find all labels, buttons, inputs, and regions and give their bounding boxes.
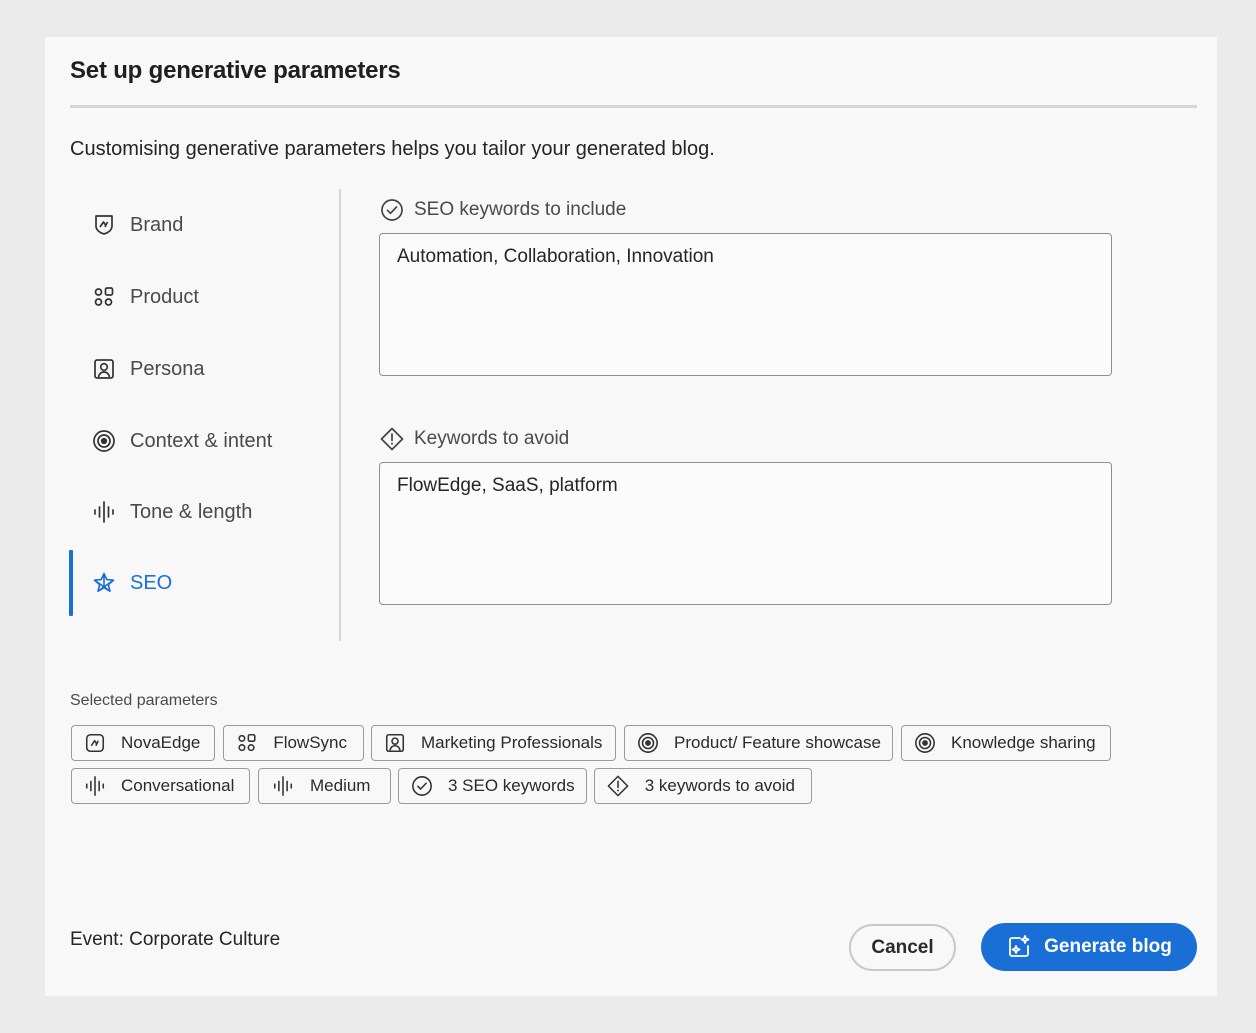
nav-item-persona[interactable]: Persona	[70, 336, 330, 402]
brand-shield-icon	[92, 213, 116, 237]
sound-wave-icon	[271, 774, 295, 798]
check-circle-icon	[380, 198, 404, 222]
persona-portrait-icon	[92, 357, 116, 381]
alert-diamond-icon	[607, 774, 630, 798]
seo-star-icon	[92, 571, 116, 595]
nav-label-product: Product	[130, 285, 199, 308]
chip-seo-keywords[interactable]: 3 SEO keywords	[398, 768, 587, 804]
sound-wave-icon	[92, 500, 116, 524]
chip-persona[interactable]: Marketing Professionals	[371, 725, 616, 761]
chip-label: FlowSync	[273, 733, 347, 752]
nav-label-seo: SEO	[130, 571, 173, 594]
seo-avoid-label: Keywords to avoid	[380, 427, 569, 451]
chip-label: Marketing Professionals	[421, 733, 603, 752]
target-icon	[92, 429, 116, 453]
chip-context[interactable]: Product/ Feature showcase	[624, 725, 893, 761]
chip-length[interactable]: Medium	[258, 768, 391, 804]
persona-portrait-icon	[384, 731, 406, 755]
sound-wave-icon	[84, 774, 106, 798]
target-icon	[637, 731, 659, 755]
generate-blog-label: Generate blog	[1044, 936, 1172, 957]
cancel-button[interactable]: Cancel	[849, 924, 956, 971]
alert-diamond-icon	[380, 427, 404, 451]
parameter-nav: Brand Product Persona Context & intent T…	[69, 187, 340, 642]
nav-label-context-intent: Context & intent	[130, 429, 273, 452]
nav-label-persona: Persona	[130, 357, 205, 380]
brand-shield-icon	[84, 731, 106, 755]
chip-brand[interactable]: NovaEdge	[71, 725, 215, 761]
chip-intent[interactable]: Knowledge sharing	[901, 725, 1111, 761]
chip-label: Conversational	[121, 776, 235, 795]
selected-parameters-label: Selected parameters	[70, 692, 218, 709]
chip-label: 3 SEO keywords	[448, 776, 575, 795]
chip-label: NovaEdge	[121, 733, 201, 752]
chip-label: Knowledge sharing	[951, 733, 1096, 752]
event-label: Event: Corporate Culture	[70, 929, 281, 950]
nav-label-tone-length: Tone & length	[130, 500, 253, 523]
nav-label-brand: Brand	[130, 213, 184, 236]
seo-include-label-text: SEO keywords to include	[414, 199, 627, 220]
check-circle-icon	[411, 774, 433, 798]
sparkle-generate-icon	[1006, 934, 1032, 960]
chip-tone[interactable]: Conversational	[71, 768, 250, 804]
nav-item-product[interactable]: Product	[70, 264, 330, 330]
seo-keywords-avoid-input[interactable]: FlowEdge, SaaS, platform	[379, 462, 1112, 605]
chip-label: Medium	[310, 776, 371, 795]
dialog-description: Customising generative parameters helps …	[70, 138, 715, 160]
chip-label: Product/ Feature showcase	[674, 733, 881, 752]
nav-item-brand[interactable]: Brand	[70, 192, 330, 258]
chip-label: 3 keywords to avoid	[644, 776, 795, 795]
nav-item-context-intent[interactable]: Context & intent	[70, 408, 330, 474]
nav-item-seo[interactable]: SEO	[69, 550, 330, 616]
seo-avoid-label-text: Keywords to avoid	[414, 428, 570, 449]
chip-product[interactable]: FlowSync	[223, 725, 364, 761]
generative-parameters-dialog: Set up generative parameters Customising…	[45, 37, 1217, 996]
generate-blog-button[interactable]: Generate blog	[981, 923, 1197, 971]
dialog-title: Set up generative parameters	[70, 57, 401, 84]
nav-divider	[339, 189, 341, 641]
product-grid-icon	[92, 285, 116, 309]
seo-include-label: SEO keywords to include	[380, 198, 626, 222]
product-grid-icon	[236, 731, 258, 755]
nav-item-tone-length[interactable]: Tone & length	[70, 479, 330, 545]
seo-keywords-include-input[interactable]: Automation, Collaboration, Innovation	[379, 233, 1112, 376]
title-divider	[70, 105, 1197, 108]
chip-keywords-avoid[interactable]: 3 keywords to avoid	[594, 768, 812, 804]
target-icon	[914, 731, 936, 755]
